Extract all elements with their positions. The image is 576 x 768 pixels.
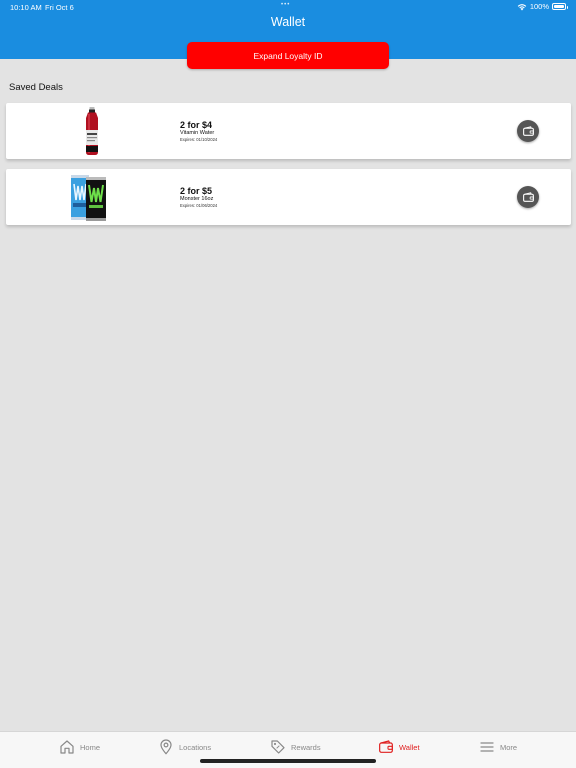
tab-wallet[interactable]: Wallet bbox=[378, 738, 420, 756]
vitamin-water-bottle-image bbox=[86, 107, 98, 155]
multitasking-dots-icon[interactable]: ••• bbox=[281, 2, 290, 8]
status-time: 10:10 AM bbox=[10, 3, 42, 12]
status-bar: 10:10 AM Fri Oct 6 ••• 100% bbox=[0, 0, 576, 14]
page-title: Wallet bbox=[270, 15, 306, 29]
deal-wallet-button[interactable] bbox=[517, 186, 539, 208]
tab-label: Rewards bbox=[291, 742, 321, 752]
deal-wallet-button[interactable] bbox=[517, 120, 539, 142]
monster-cans-image bbox=[71, 175, 106, 221]
battery-icon bbox=[552, 3, 568, 10]
deal-title: 2 for $5 bbox=[180, 186, 213, 196]
deal-expiry: Expires: 01/10/2024 bbox=[180, 137, 218, 142]
tab-locations[interactable]: Locations bbox=[158, 738, 211, 756]
deal-product: Vitamin Water bbox=[180, 130, 215, 136]
tab-home[interactable]: Home bbox=[59, 738, 100, 756]
tab-label: More bbox=[500, 742, 518, 752]
deal-card[interactable]: 2 for $4 Vitamin Water Expires: 01/10/20… bbox=[6, 103, 571, 159]
tag-icon bbox=[271, 740, 285, 754]
status-indicators: 100% bbox=[517, 2, 568, 11]
location-pin-icon bbox=[160, 739, 172, 755]
home-icon bbox=[60, 740, 74, 754]
deal-info: 2 for $5 Monster 16oz Expires: 01/06/202… bbox=[180, 186, 217, 209]
tab-label: Wallet bbox=[399, 742, 420, 752]
wifi-icon bbox=[517, 3, 527, 10]
tab-more[interactable]: More bbox=[479, 738, 517, 756]
deal-card[interactable]: 2 for $5 Monster 16oz Expires: 01/06/202… bbox=[6, 169, 571, 225]
tab-rewards[interactable]: Rewards bbox=[270, 738, 321, 756]
home-indicator[interactable] bbox=[200, 759, 376, 763]
deal-expiry: Expires: 01/06/2024 bbox=[180, 203, 218, 208]
tab-label: Locations bbox=[179, 742, 212, 752]
expand-loyalty-id-button[interactable]: Expand Loyalty ID bbox=[187, 42, 389, 69]
deal-info: 2 for $4 Vitamin Water Expires: 01/10/20… bbox=[180, 120, 217, 143]
wallet-icon bbox=[522, 125, 534, 136]
saved-deals-heading: Saved Deals bbox=[9, 82, 63, 93]
battery-percentage: 100% bbox=[529, 2, 549, 11]
status-date: Fri Oct 6 bbox=[45, 3, 74, 12]
deal-product: Monster 16oz bbox=[180, 196, 214, 202]
wallet-icon bbox=[379, 740, 393, 753]
menu-icon bbox=[480, 742, 494, 752]
wallet-icon bbox=[522, 191, 534, 202]
deal-title: 2 for $4 bbox=[180, 120, 213, 130]
tab-label: Home bbox=[80, 742, 101, 752]
